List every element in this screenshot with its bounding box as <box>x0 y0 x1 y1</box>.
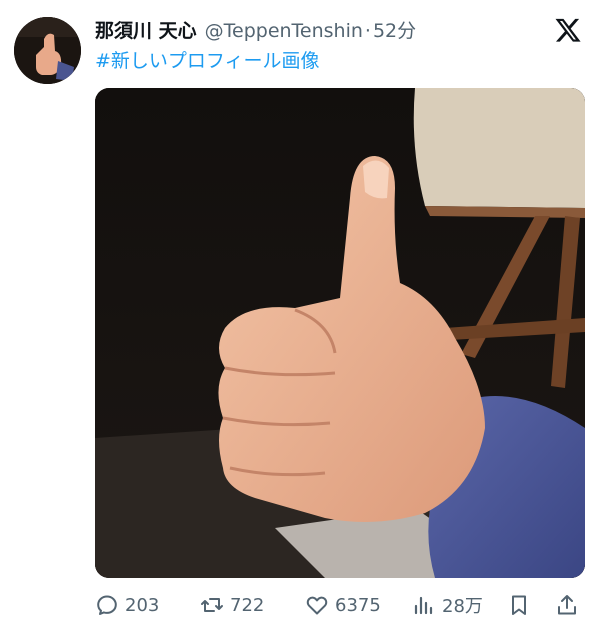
reply-icon <box>97 595 117 615</box>
like-button[interactable]: 6375 <box>305 593 412 617</box>
retweet-icon <box>201 598 223 612</box>
bookmark-button[interactable] <box>507 593 555 617</box>
tweet-action-bar: 203 722 6375 28万 <box>95 590 586 620</box>
like-count: 6375 <box>335 594 381 616</box>
reply-button[interactable]: 203 <box>95 593 200 617</box>
author-name[interactable]: 那須川 天心 <box>95 16 197 43</box>
bookmark-icon <box>512 595 526 615</box>
share-icon <box>558 595 576 615</box>
like-icon <box>306 596 328 615</box>
views-button[interactable]: 28万 <box>412 592 507 618</box>
retweet-button[interactable]: 722 <box>200 593 305 617</box>
thumbs-up-photo <box>95 88 585 578</box>
author-handle[interactable]: @TeppenTenshin <box>205 20 363 42</box>
tweet-header: 那須川 天心 @TeppenTenshin · 52分 <box>95 16 540 44</box>
share-button[interactable] <box>555 593 585 617</box>
views-icon <box>414 596 433 615</box>
avatar[interactable] <box>14 17 81 84</box>
tweet-media-image[interactable] <box>95 88 585 578</box>
tweet-timestamp[interactable]: 52分 <box>373 16 416 43</box>
x-logo-icon <box>555 18 581 42</box>
avatar-image <box>14 17 81 84</box>
views-count: 28万 <box>442 596 483 617</box>
separator-dot: · <box>364 20 371 42</box>
retweet-count: 722 <box>230 594 265 616</box>
reply-count: 203 <box>125 594 160 616</box>
tweet-hashtag[interactable]: #新しいプロフィール画像 <box>95 46 320 73</box>
